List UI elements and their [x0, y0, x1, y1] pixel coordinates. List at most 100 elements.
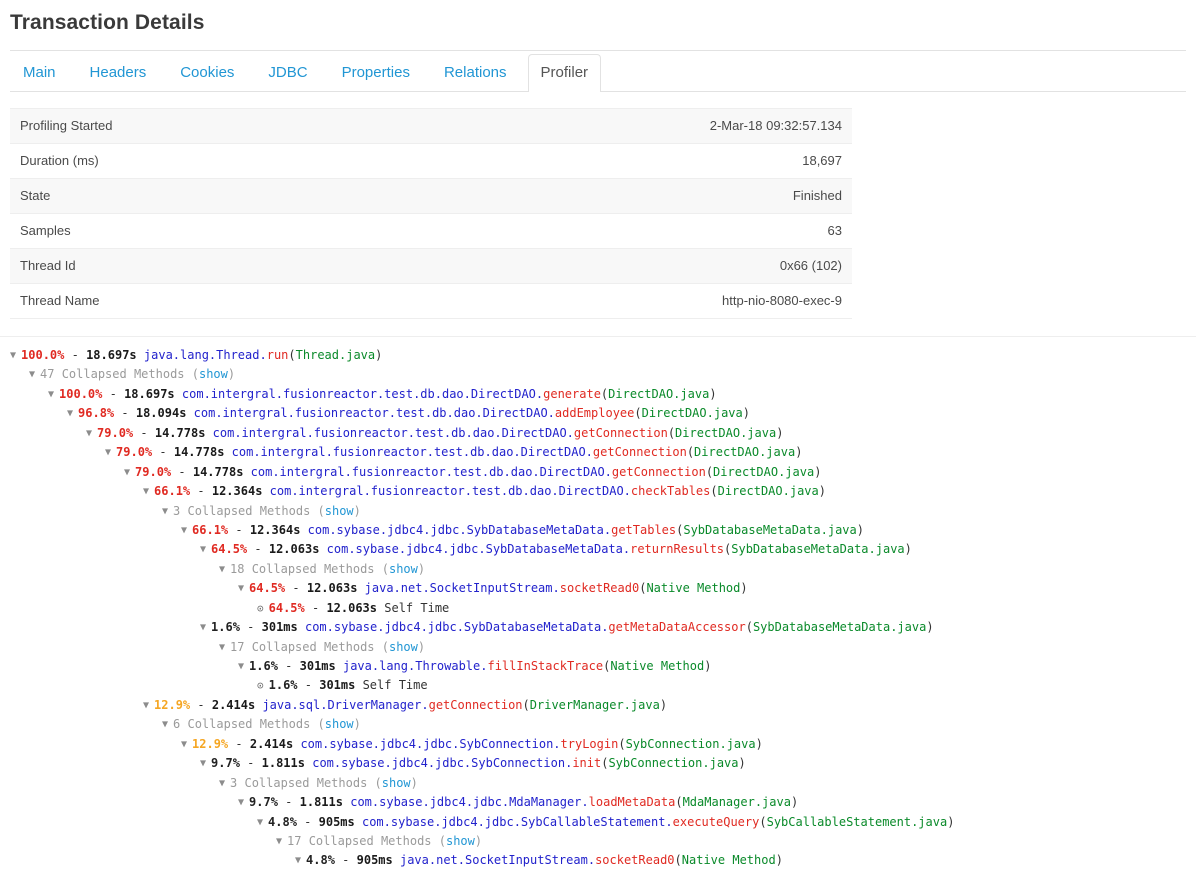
show-link[interactable]: show: [446, 834, 475, 848]
separator-dash: -: [190, 698, 212, 712]
triangle-down-icon[interactable]: ▼: [29, 365, 35, 384]
tree-row[interactable]: ▼79.0% - 14.778s com.intergral.fusionrea…: [10, 424, 1188, 443]
frame-source-file: Thread.java: [296, 348, 375, 362]
separator-dash: -: [190, 484, 212, 498]
frame-source-file: Native Method: [682, 853, 776, 867]
collapsed-close-paren: ): [418, 562, 425, 576]
triangle-down-icon[interactable]: ▼: [181, 521, 187, 540]
triangle-down-icon[interactable]: ▼: [105, 443, 111, 462]
tree-row[interactable]: ▼64.5% - 12.063s java.net.SocketInputStr…: [10, 579, 1188, 598]
triangle-down-icon[interactable]: ▼: [200, 754, 206, 773]
triangle-down-icon[interactable]: ▼: [162, 715, 168, 734]
tree-row[interactable]: ▼3 Collapsed Methods (show): [10, 774, 1188, 793]
tab-main[interactable]: Main: [10, 54, 69, 92]
frame-percent: 64.5%: [211, 542, 247, 556]
frame-method-name: getConnection: [429, 698, 523, 712]
profiler-tree-panel[interactable]: ▼100.0% - 18.697s java.lang.Thread.run(T…: [0, 336, 1196, 876]
tab-profiler[interactable]: Profiler: [528, 54, 602, 92]
triangle-down-icon[interactable]: ▼: [124, 463, 130, 482]
triangle-down-icon[interactable]: ▼: [162, 502, 168, 521]
collapsed-count: 17 Collapsed Methods (: [230, 640, 389, 654]
open-paren: (: [668, 426, 675, 440]
triangle-down-icon[interactable]: ▼: [276, 832, 282, 851]
tree-row[interactable]: ▼79.0% - 14.778s com.intergral.fusionrea…: [10, 443, 1188, 462]
tree-row[interactable]: ▼12.9% - 2.414s com.sybase.jdbc4.jdbc.Sy…: [10, 735, 1188, 754]
tree-row[interactable]: ▼9.7% - 1.811s com.sybase.jdbc4.jdbc.Mda…: [10, 793, 1188, 812]
close-paren: ): [375, 348, 382, 362]
page-title: Transaction Details: [0, 0, 1196, 35]
show-link[interactable]: show: [199, 367, 228, 381]
tree-row[interactable]: ▼4.8% - 905ms java.net.SocketInputStream…: [10, 851, 1188, 870]
self-time-percent: 1.6%: [269, 678, 298, 692]
frame-source-file: SybDatabaseMetaData.java: [683, 523, 856, 537]
frame-class-name: com.sybase.jdbc4.jdbc.SybDatabaseMetaDat…: [305, 620, 608, 634]
tree-row[interactable]: ▼3 Collapsed Methods (show): [10, 502, 1188, 521]
tree-row[interactable]: ▼17 Collapsed Methods (show): [10, 638, 1188, 657]
tree-row[interactable]: ▼100.0% - 18.697s java.lang.Thread.run(T…: [10, 346, 1188, 365]
collapsed-count: 3 Collapsed Methods (: [230, 776, 382, 790]
close-paren: ): [795, 445, 802, 459]
tree-row[interactable]: ▼6 Collapsed Methods (show): [10, 715, 1188, 734]
tab-jdbc[interactable]: JDBC: [255, 54, 320, 92]
triangle-down-icon[interactable]: ▼: [238, 657, 244, 676]
triangle-down-icon[interactable]: ▼: [219, 638, 225, 657]
triangle-down-icon[interactable]: ▼: [219, 560, 225, 579]
tree-row[interactable]: ▼96.8% - 18.094s com.intergral.fusionrea…: [10, 404, 1188, 423]
triangle-down-icon[interactable]: ▼: [200, 540, 206, 559]
show-link[interactable]: show: [389, 640, 418, 654]
triangle-down-icon[interactable]: ▼: [143, 696, 149, 715]
tree-row[interactable]: ▼4.8% - 905ms com.sybase.jdbc4.jdbc.SybC…: [10, 813, 1188, 832]
triangle-down-icon[interactable]: ▼: [200, 618, 206, 637]
frame-duration: 14.778s: [155, 426, 206, 440]
tree-row[interactable]: ▼64.5% - 12.063s com.sybase.jdbc4.jdbc.S…: [10, 540, 1188, 559]
triangle-down-icon[interactable]: ▼: [295, 851, 301, 870]
tree-row[interactable]: ▼66.1% - 12.364s com.sybase.jdbc4.jdbc.S…: [10, 521, 1188, 540]
show-link[interactable]: show: [382, 776, 411, 790]
triangle-down-icon[interactable]: ▼: [238, 579, 244, 598]
frame-class-name: java.net.SocketInputStream.: [400, 853, 595, 867]
separator-dash: -: [297, 815, 319, 829]
tree-row[interactable]: ▼9.7% - 1.811s com.sybase.jdbc4.jdbc.Syb…: [10, 754, 1188, 773]
space: [137, 348, 144, 362]
frame-class-name: java.lang.Throwable.: [343, 659, 488, 673]
triangle-down-icon[interactable]: ▼: [238, 793, 244, 812]
detail-value: 0x66 (102): [368, 249, 852, 284]
frame-class-name: com.sybase.jdbc4.jdbc.SybCallableStateme…: [362, 815, 673, 829]
tree-row[interactable]: ▼12.9% - 2.414s java.sql.DriverManager.g…: [10, 696, 1188, 715]
tab-headers[interactable]: Headers: [77, 54, 160, 92]
frame-method-name: getConnection: [593, 445, 687, 459]
tree-row[interactable]: ▼1.6% - 301ms java.lang.Throwable.fillIn…: [10, 657, 1188, 676]
tree-row[interactable]: ▼17 Collapsed Methods (show): [10, 832, 1188, 851]
frame-class-name: com.intergral.fusionreactor.test.db.dao.…: [194, 406, 555, 420]
tab-cookies[interactable]: Cookies: [167, 54, 247, 92]
frame-duration: 14.778s: [193, 465, 244, 479]
tree-row[interactable]: ▼18 Collapsed Methods (show): [10, 560, 1188, 579]
tree-row[interactable]: ⊙64.5% - 12.063s Self Time: [10, 599, 1188, 618]
frame-source-file: DriverManager.java: [530, 698, 660, 712]
triangle-down-icon[interactable]: ▼: [67, 404, 73, 423]
tree-row[interactable]: ▼66.1% - 12.364s com.intergral.fusionrea…: [10, 482, 1188, 501]
tab-properties[interactable]: Properties: [329, 54, 423, 92]
show-link[interactable]: show: [325, 717, 354, 731]
triangle-down-icon[interactable]: ▼: [48, 385, 54, 404]
tree-row[interactable]: ▼79.0% - 14.778s com.intergral.fusionrea…: [10, 463, 1188, 482]
tree-row[interactable]: ⊙1.6% - 301ms Self Time: [10, 676, 1188, 695]
triangle-down-icon[interactable]: ▼: [219, 774, 225, 793]
tree-row[interactable]: ▼100.0% - 18.697s com.intergral.fusionre…: [10, 385, 1188, 404]
triangle-down-icon[interactable]: ▼: [86, 424, 92, 443]
triangle-down-icon[interactable]: ▼: [143, 482, 149, 501]
separator-dash: -: [228, 523, 250, 537]
show-link[interactable]: show: [325, 504, 354, 518]
close-paren: ): [740, 581, 747, 595]
tree-row[interactable]: ▼1.6% - 301ms com.sybase.jdbc4.jdbc.SybD…: [10, 618, 1188, 637]
tab-relations[interactable]: Relations: [431, 54, 520, 92]
frame-duration: 905ms: [357, 853, 393, 867]
open-paren: (: [687, 445, 694, 459]
frame-duration: 12.063s: [307, 581, 358, 595]
self-time-percent: 64.5%: [269, 601, 305, 615]
tree-row[interactable]: ▼47 Collapsed Methods (show): [10, 365, 1188, 384]
triangle-down-icon[interactable]: ▼: [257, 813, 263, 832]
show-link[interactable]: show: [389, 562, 418, 576]
triangle-down-icon[interactable]: ▼: [181, 735, 187, 754]
triangle-down-icon[interactable]: ▼: [10, 346, 16, 365]
